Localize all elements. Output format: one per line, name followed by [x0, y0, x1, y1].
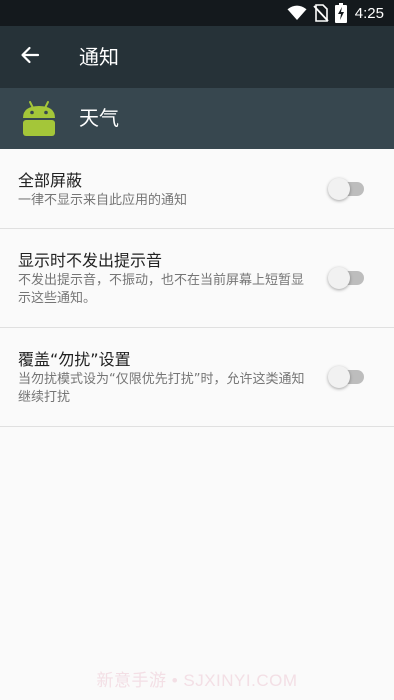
app-header: 天气: [0, 88, 394, 149]
status-icons: 4:25: [287, 0, 384, 26]
setting-summary: 不发出提示音，不振动，也不在当前屏幕上短暂显示这些通知。: [18, 273, 305, 306]
app-name: 天气: [79, 106, 119, 130]
switch-thumb: [328, 267, 350, 289]
back-button[interactable]: [14, 41, 46, 73]
status-bar: 4:25: [0, 0, 394, 26]
switch-thumb: [328, 366, 350, 388]
no-sim-icon: [313, 4, 329, 22]
android-icon: [20, 99, 58, 137]
setting-summary: 一律不显示来自此应用的通知: [18, 193, 188, 208]
setting-silent[interactable]: 显示时不发出提示音 不发出提示音，不振动，也不在当前屏幕上短暂显示这些通知。: [0, 229, 394, 328]
setting-title: 全部屏蔽: [18, 171, 83, 190]
watermark: 新意手游 • SJXINYI.COM: [96, 671, 298, 690]
status-time: 4:25: [354, 4, 384, 22]
override-dnd-toggle[interactable]: [328, 366, 366, 388]
switch-thumb: [328, 178, 350, 200]
page-title: 通知: [79, 45, 119, 69]
battery-charging-icon: [334, 3, 347, 23]
setting-title: 覆盖“勿扰”设置: [18, 350, 131, 369]
setting-override-dnd[interactable]: 覆盖“勿扰”设置 当勿扰模式设为“仅限优先打扰”时，允许这类通知继续打扰: [0, 328, 394, 427]
settings-list: 全部屏蔽 一律不显示来自此应用的通知 显示时不发出提示音 不发出提示音，不振动，…: [0, 149, 394, 427]
arrow-left-icon: [20, 45, 40, 69]
app-bar: 通知: [0, 26, 394, 88]
wifi-icon: [287, 5, 307, 21]
silent-toggle[interactable]: [328, 267, 366, 289]
setting-summary: 当勿扰模式设为“仅限优先打扰”时，允许这类通知继续打扰: [18, 372, 305, 405]
setting-title: 显示时不发出提示音: [18, 251, 163, 270]
setting-block-all[interactable]: 全部屏蔽 一律不显示来自此应用的通知: [0, 149, 394, 229]
block-all-toggle[interactable]: [328, 178, 366, 200]
